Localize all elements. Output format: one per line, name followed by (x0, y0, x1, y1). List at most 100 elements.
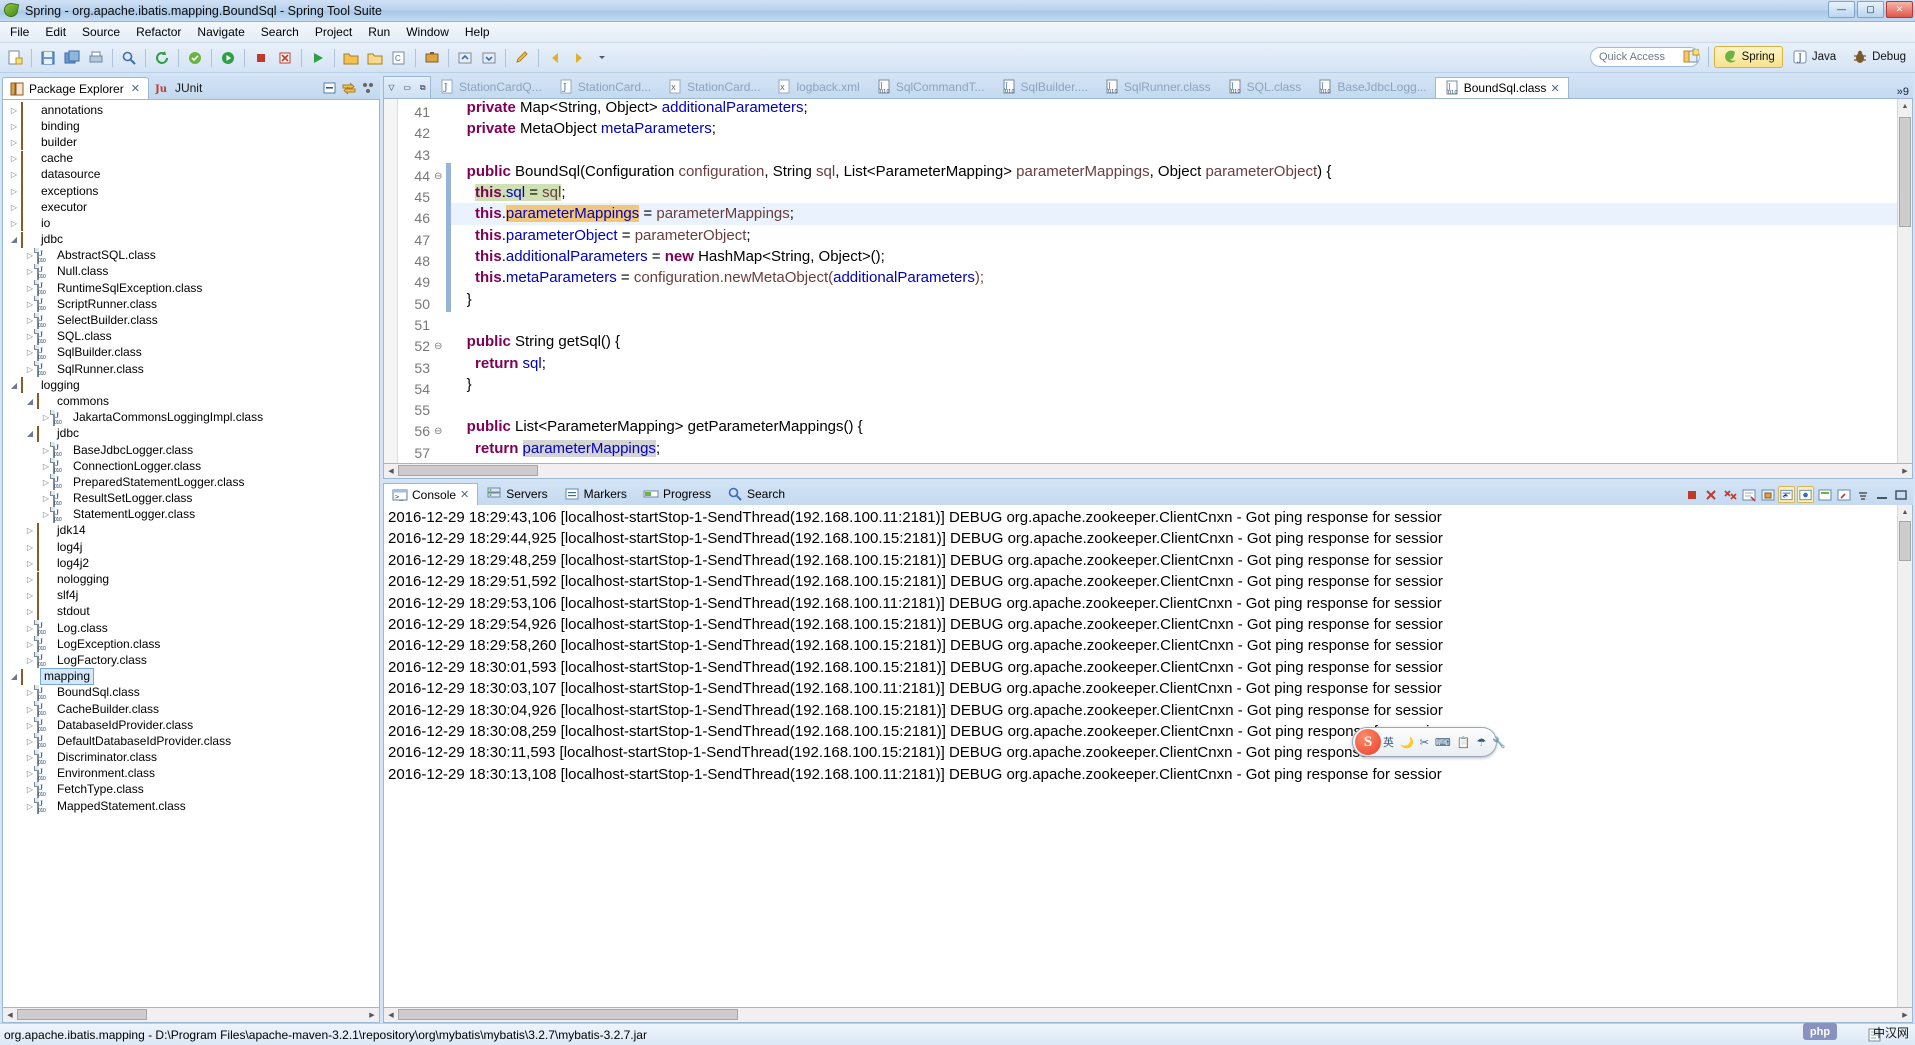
code-line[interactable]: } (446, 374, 1897, 395)
editor-hscrollbar[interactable]: ◀ ▶ (383, 464, 1913, 479)
tree-package-node[interactable]: ▷ io (3, 215, 379, 232)
editor-tab-9[interactable]: J 010 BaseJdbcLogg... (1309, 76, 1434, 98)
tree-class-node[interactable]: ▷JSelectBuilder.class (3, 312, 379, 329)
chevron-right-icon[interactable]: ▷ (23, 591, 37, 600)
save-all-icon[interactable] (61, 47, 83, 69)
chevron-down-icon[interactable]: ◢ (23, 429, 37, 438)
terminate-icon[interactable] (250, 47, 272, 69)
menu-project[interactable]: Project (307, 23, 360, 41)
chevron-right-icon[interactable]: ▷ (23, 607, 37, 616)
code-line[interactable]: private Map<String, Object> additionalPa… (446, 99, 1897, 118)
display-console-icon[interactable] (1816, 486, 1833, 503)
menu-window[interactable]: Window (398, 23, 457, 41)
run-as-icon[interactable] (217, 47, 239, 69)
chevron-right-icon[interactable]: ▷ (23, 575, 37, 584)
ime-toolbar[interactable]: S 英 🌙 ✂ ⌨ 📋 ☂ 🔧 (1352, 727, 1506, 757)
tab-console[interactable]: >_ Console ✕ (383, 483, 479, 505)
chevron-right-icon[interactable]: ▷ (23, 543, 37, 552)
tree-class-node[interactable]: ▷JRuntimeSqlException.class (3, 280, 379, 297)
close-icon[interactable]: ✕ (1550, 82, 1559, 95)
editor-scroll-thumb[interactable] (1899, 117, 1911, 227)
chevron-down-icon[interactable]: ▽ (388, 83, 394, 92)
fold-toggle-icon[interactable]: ⊖ (434, 166, 446, 187)
tree-class-node[interactable]: ▷JSqlBuilder.class (3, 344, 379, 361)
chevron-right-icon[interactable]: ▷ (7, 170, 21, 179)
view-menu-icon[interactable] (1854, 486, 1871, 503)
editor-tab-5[interactable]: J 010 SqlCommandT... (868, 76, 993, 98)
tab-search[interactable]: Search (719, 483, 793, 505)
editor-vscrollbar[interactable]: ▲ (1897, 99, 1912, 463)
chevron-down-icon[interactable]: ◢ (7, 672, 21, 681)
code-line[interactable] (446, 140, 1897, 161)
ime-keyboard-icon[interactable]: ⌨ (1435, 736, 1451, 749)
tab-package-explorer[interactable]: Package Explorer ✕ (2, 77, 149, 99)
tree-package-node[interactable]: ◢ jdbc (3, 425, 379, 442)
chevron-right-icon[interactable]: ▷ (7, 187, 21, 196)
fold-toggle-icon[interactable]: ⊖ (434, 336, 446, 357)
minimize-button[interactable]: — (1828, 1, 1855, 18)
tree-class-node[interactable]: ▷JSqlRunner.class (3, 361, 379, 378)
tree-package-node[interactable]: ◢ commons (3, 393, 379, 410)
view-menu-icon[interactable] (360, 80, 376, 96)
external-tools-icon[interactable] (421, 47, 443, 69)
chevron-right-icon[interactable]: ▷ (7, 203, 21, 212)
forward-icon[interactable] (568, 47, 590, 69)
menu-file[interactable]: File (2, 23, 37, 41)
chevron-down-icon[interactable]: ◢ (23, 397, 37, 406)
chevron-right-icon[interactable]: ▷ (7, 122, 21, 131)
maximize-icon[interactable] (1892, 486, 1909, 503)
folding-ruler[interactable]: ⊖ ⊖ ⊖ (434, 99, 446, 463)
search-icon[interactable] (118, 47, 140, 69)
tree-package-node[interactable]: ▷ binding (3, 118, 379, 135)
open-console-icon[interactable] (1835, 486, 1852, 503)
collapse-all-icon[interactable] (322, 80, 338, 96)
chevron-right-icon[interactable]: ▷ (7, 138, 21, 147)
tree-class-node[interactable]: ▷JJakartaCommonsLoggingImpl.class (3, 409, 379, 426)
console-scroll-thumb[interactable] (1899, 521, 1911, 561)
fold-toggle-icon[interactable]: ⊖ (434, 421, 446, 442)
menu-search[interactable]: Search (253, 23, 307, 41)
tree-class-node[interactable]: ▷JPreparedStatementLogger.class (3, 474, 379, 491)
ime-umbrella-icon[interactable]: ☂ (1477, 736, 1487, 749)
link-with-editor-icon[interactable] (341, 80, 357, 96)
close-icon[interactable]: ✕ (131, 82, 140, 95)
tree-class-node[interactable]: ▷JConnectionLogger.class (3, 458, 379, 475)
editor-tab-3[interactable]: X StationCard... (659, 76, 768, 98)
open-perspective-icon[interactable] (1680, 46, 1702, 68)
prev-annotation-icon[interactable] (454, 47, 476, 69)
code-line[interactable]: private MetaObject metaParameters; (446, 118, 1897, 139)
tree-class-node[interactable]: ▷JFetchType.class (3, 781, 379, 798)
menu-run[interactable]: Run (360, 23, 398, 41)
back-icon[interactable] (544, 47, 566, 69)
ime-moon-icon[interactable]: 🌙 (1400, 736, 1414, 749)
tree-class-node[interactable]: ▷JDatabaseIdProvider.class (3, 717, 379, 734)
code-line[interactable]: } (446, 289, 1897, 310)
ime-tools-icon[interactable]: 🔧 (1492, 736, 1506, 749)
tree-class-node[interactable]: ▷JBaseJdbcLogger.class (3, 442, 379, 459)
print-icon[interactable] (85, 47, 107, 69)
tree-package-node[interactable]: ▷ slf4j (3, 587, 379, 604)
tab-junit[interactable]: Ju JUnit (149, 77, 210, 99)
tree-package-node[interactable]: ▷ annotations (3, 102, 379, 119)
code-line[interactable]: public String getSql() { (446, 331, 1897, 352)
console-hscrollbar[interactable]: ◀ ▶ (383, 1008, 1913, 1023)
tree-class-node[interactable]: ▷JCacheBuilder.class (3, 701, 379, 718)
tab-progress[interactable]: Progress (635, 483, 719, 505)
tree-package-node[interactable]: ◢ jdbc (3, 231, 379, 248)
ime-clipboard-icon[interactable]: 📋 (1457, 736, 1471, 749)
tree-package-node[interactable]: ▷ datasource (3, 166, 379, 183)
tree-package-node[interactable]: ▷ exceptions (3, 183, 379, 200)
ime-lang-icon[interactable]: 英 (1383, 734, 1394, 750)
remove-launch-icon[interactable] (1702, 486, 1719, 503)
open-type-icon[interactable] (364, 47, 386, 69)
tree-class-node[interactable]: ▷JEnvironment.class (3, 765, 379, 782)
menu-edit[interactable]: Edit (37, 23, 74, 41)
tree-package-node[interactable]: ▷ log4j (3, 539, 379, 556)
tree-package-node[interactable]: ◢ mapping (3, 668, 379, 686)
code-line[interactable]: this.metaParameters = configuration.newM… (446, 267, 1897, 288)
scroll-lock-icon[interactable] (1759, 486, 1776, 503)
editor-tab-10[interactable]: J 010 BoundSql.class ✕ (1434, 77, 1569, 98)
terminate-icon[interactable] (1683, 486, 1700, 503)
tree-class-node[interactable]: ▷JAbstractSQL.class (3, 247, 379, 264)
code-line[interactable]: } (446, 459, 1897, 463)
